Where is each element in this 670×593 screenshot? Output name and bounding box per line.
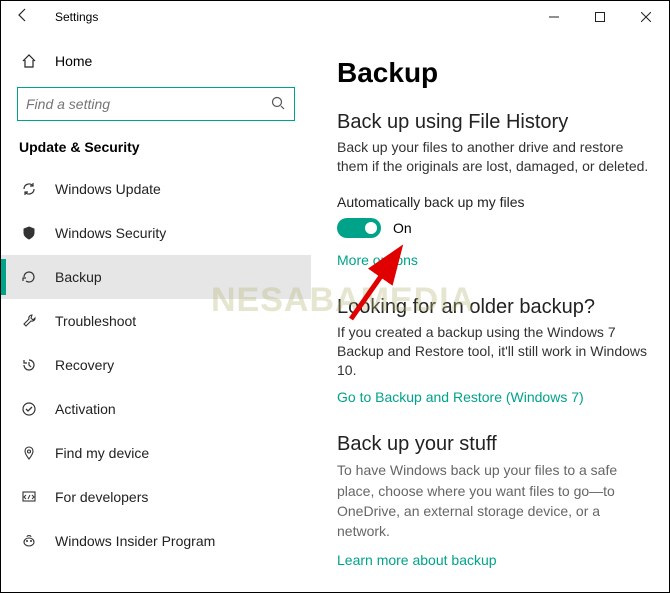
more-options-link[interactable]: More options xyxy=(337,252,418,268)
back-button[interactable] xyxy=(1,7,45,28)
main-panel: Backup Back up using File History Back u… xyxy=(311,33,669,592)
sidebar-item-windows-security[interactable]: Windows Security xyxy=(1,211,311,255)
toggle-state: On xyxy=(393,220,412,236)
auto-backup-label: Automatically back up my files xyxy=(337,194,649,210)
sidebar-item-label: Find my device xyxy=(55,445,149,461)
sidebar-item-activation[interactable]: Activation xyxy=(1,387,311,431)
file-history-desc: Back up your files to another drive and … xyxy=(337,138,649,176)
sidebar-home-label: Home xyxy=(55,53,92,69)
sidebar-item-label: Troubleshoot xyxy=(55,313,136,329)
sidebar-category: Update & Security xyxy=(1,139,311,167)
older-backup-heading: Looking for an older backup? xyxy=(337,296,649,319)
older-backup-link[interactable]: Go to Backup and Restore (Windows 7) xyxy=(337,389,584,405)
home-icon xyxy=(19,53,39,69)
older-backup-desc: If you created a backup using the Window… xyxy=(337,323,649,380)
sidebar-item-for-developers[interactable]: For developers xyxy=(1,475,311,519)
sidebar-item-troubleshoot[interactable]: Troubleshoot xyxy=(1,299,311,343)
page-title: Backup xyxy=(337,57,649,89)
insider-icon xyxy=(19,533,39,549)
sidebar-item-label: Windows Insider Program xyxy=(55,533,215,549)
backup-stuff-link[interactable]: Learn more about backup xyxy=(337,552,497,568)
search-box[interactable] xyxy=(17,87,295,121)
backup-stuff-heading: Back up your stuff xyxy=(337,433,649,456)
wrench-icon xyxy=(19,313,39,329)
file-history-heading: Back up using File History xyxy=(337,111,649,134)
sidebar-item-label: Recovery xyxy=(55,357,114,373)
backup-stuff-desc: To have Windows back up your files to a … xyxy=(337,460,649,541)
sidebar-item-insider[interactable]: Windows Insider Program xyxy=(1,519,311,563)
maximize-button[interactable] xyxy=(577,1,623,33)
sidebar-item-find-my-device[interactable]: Find my device xyxy=(1,431,311,475)
back-arrow-icon xyxy=(15,7,31,23)
sidebar-item-recovery[interactable]: Recovery xyxy=(1,343,311,387)
sidebar-home[interactable]: Home xyxy=(1,41,311,81)
developers-icon xyxy=(19,489,39,505)
search-icon xyxy=(262,96,294,113)
minimize-button[interactable] xyxy=(531,1,577,33)
sidebar-item-label: Backup xyxy=(55,269,102,285)
sidebar: Home Update & Security Windows Update Wi… xyxy=(1,33,311,592)
sidebar-item-label: Windows Security xyxy=(55,225,166,241)
close-button[interactable] xyxy=(623,1,669,33)
sidebar-item-windows-update[interactable]: Windows Update xyxy=(1,167,311,211)
shield-icon xyxy=(19,225,39,241)
sidebar-item-label: Windows Update xyxy=(55,181,161,197)
location-icon xyxy=(19,445,39,461)
sidebar-item-label: For developers xyxy=(55,489,148,505)
sidebar-item-label: Activation xyxy=(55,401,116,417)
check-icon xyxy=(19,401,39,417)
search-input[interactable] xyxy=(18,96,262,112)
titlebar: Settings xyxy=(1,1,669,33)
auto-backup-toggle[interactable] xyxy=(337,218,381,238)
sidebar-item-backup[interactable]: Backup xyxy=(1,255,311,299)
backup-icon xyxy=(19,269,39,285)
sync-icon xyxy=(19,181,39,197)
window-title: Settings xyxy=(55,10,98,24)
recovery-icon xyxy=(19,357,39,373)
